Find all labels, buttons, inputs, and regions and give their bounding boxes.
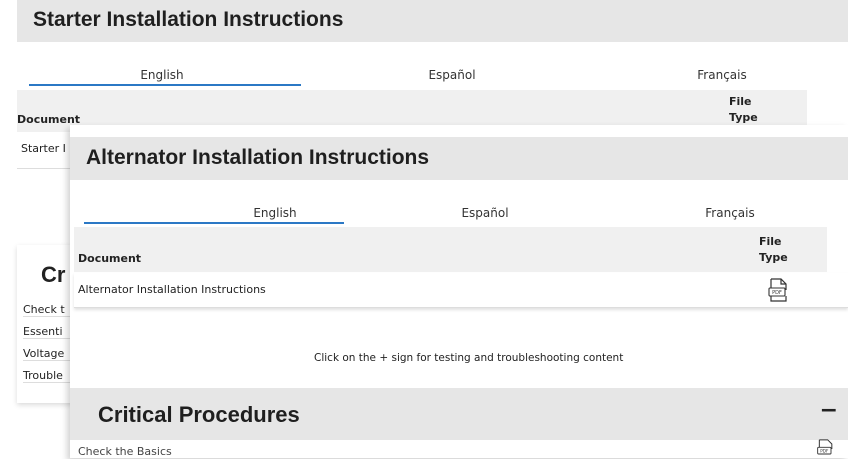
- alternator-row-document: Alternator Installation Instructions: [78, 283, 266, 296]
- starter-row-document: Starter I: [21, 142, 66, 155]
- starter-title-bar: Starter Installation Instructions: [17, 0, 848, 42]
- svg-text:PDF: PDF: [772, 290, 782, 296]
- starter-col-filetype: File Type: [729, 95, 758, 124]
- background-critical-heading: Cr: [41, 262, 66, 287]
- collapse-minus-icon[interactable]: −: [820, 398, 838, 423]
- critical-item-check-basics[interactable]: Check the Basics: [78, 445, 172, 458]
- alternator-col-filetype: File Type: [759, 235, 788, 264]
- alternator-tab-english-underline: [84, 222, 344, 224]
- starter-tab-english-underline: [29, 84, 301, 86]
- alternator-title-bar: Alternator Installation Instructions: [70, 137, 848, 180]
- background-critical-card: Cr Check t Essenti Voltage Trouble: [17, 245, 83, 403]
- testing-note: Click on the + sign for testing and trou…: [314, 352, 624, 364]
- starter-tab-francais[interactable]: Français: [672, 68, 772, 82]
- alternator-tab-espanol[interactable]: Español: [435, 206, 535, 220]
- alternator-title: Alternator Installation Instructions: [86, 146, 430, 169]
- starter-title: Starter Installation Instructions: [33, 8, 344, 31]
- critical-pdf-icon[interactable]: PDF: [816, 439, 836, 459]
- alternator-row[interactable]: Alternator Installation Instructions PDF: [74, 273, 848, 308]
- alternator-tab-english[interactable]: English: [200, 206, 350, 220]
- starter-tab-english[interactable]: English: [87, 68, 237, 82]
- alternator-table-header: Document File Type: [74, 227, 827, 272]
- alternator-col-document: Document: [78, 252, 142, 265]
- critical-title-bar[interactable]: Critical Procedures −: [70, 388, 848, 440]
- alternator-tab-francais[interactable]: Français: [680, 206, 780, 220]
- starter-tab-espanol[interactable]: Español: [402, 68, 502, 82]
- pdf-file-icon[interactable]: PDF: [768, 278, 790, 302]
- critical-title: Critical Procedures: [98, 402, 300, 427]
- alternator-panel: Alternator Installation Instructions Eng…: [70, 125, 848, 458]
- starter-row[interactable]: Starter I: [17, 132, 77, 169]
- svg-text:PDF: PDF: [820, 448, 829, 453]
